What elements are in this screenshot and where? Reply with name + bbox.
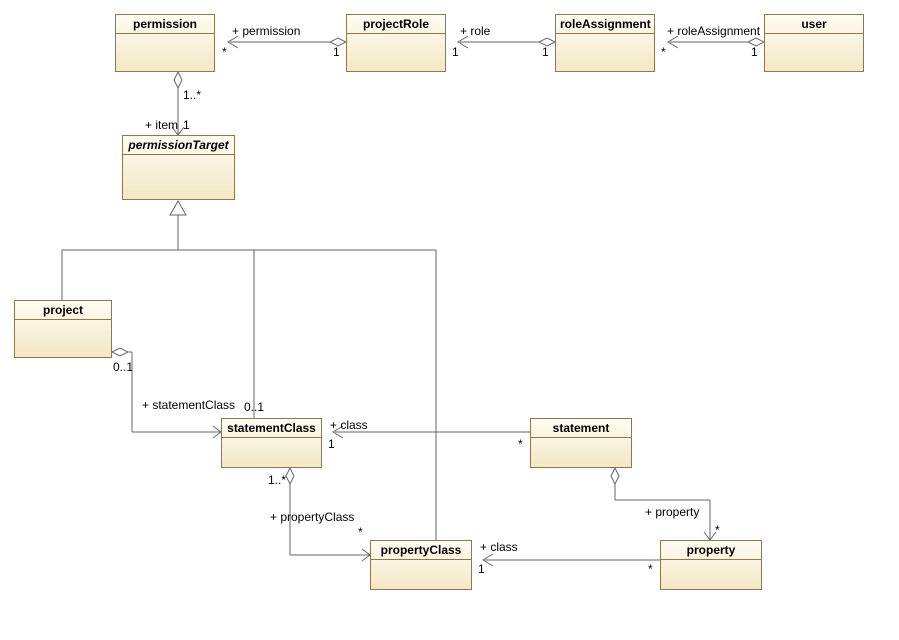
- class-statement-name: statement: [531, 419, 631, 438]
- class-statementClass[interactable]: statementClass: [221, 418, 322, 468]
- class-property[interactable]: property: [660, 540, 762, 590]
- class-propertyClass-name: propertyClass: [371, 541, 471, 560]
- mult-statementClass-one-star: 1..*: [268, 473, 286, 487]
- mult-project-zero-one: 0..1: [113, 360, 133, 374]
- class-permission-name: permission: [116, 15, 214, 34]
- mult-propertyClass-one: 1: [478, 562, 485, 576]
- mult-projectRole-one-a: 1: [333, 45, 340, 59]
- class-project[interactable]: project: [14, 300, 112, 358]
- class-roleAssignment[interactable]: roleAssignment: [555, 14, 655, 72]
- assoc-label-item: + item: [145, 118, 178, 132]
- mult-permission-one-star: 1..*: [183, 88, 201, 102]
- mult-statement-star: *: [518, 437, 523, 451]
- assoc-label-roleAssignment: + roleAssignment: [667, 24, 760, 38]
- mult-statementClass-zero-one: 0..1: [244, 400, 264, 414]
- class-statement[interactable]: statement: [530, 418, 632, 468]
- assoc-label-statementClass: + statementClass: [142, 398, 235, 412]
- mult-roleAssignment-star: *: [661, 45, 666, 59]
- mult-statementClass-one: 1: [328, 437, 335, 451]
- assoc-label-permission: + permission: [232, 24, 300, 38]
- assoc-label-property: + property: [645, 505, 699, 519]
- assoc-label-propertyClass: + propertyClass: [270, 510, 354, 524]
- class-permission[interactable]: permission: [115, 14, 215, 72]
- class-propertyClass[interactable]: propertyClass: [370, 540, 472, 590]
- mult-property-star-b: *: [715, 523, 720, 537]
- mult-roleAssignment-one-a: 1: [542, 45, 549, 59]
- assoc-label-class-stmt: + class: [330, 418, 368, 432]
- class-project-name: project: [15, 301, 111, 320]
- class-user-name: user: [765, 15, 863, 34]
- class-property-name: property: [661, 541, 761, 560]
- class-permissionTarget-name: permissionTarget: [123, 136, 234, 155]
- mult-user-one: 1: [751, 45, 758, 59]
- mult-permission-star: *: [222, 45, 227, 59]
- mult-permissionTarget-one: 1: [183, 118, 190, 132]
- mult-projectRole-one-b: 1: [452, 45, 459, 59]
- class-user[interactable]: user: [764, 14, 864, 72]
- assoc-label-class-prop: + class: [480, 540, 518, 554]
- class-permissionTarget[interactable]: permissionTarget: [122, 135, 235, 200]
- class-projectRole[interactable]: projectRole: [346, 14, 446, 72]
- class-statementClass-name: statementClass: [222, 419, 321, 438]
- assoc-label-role: + role: [460, 24, 490, 38]
- mult-propertyClass-star-a: *: [358, 525, 363, 539]
- mult-property-star-a: *: [648, 562, 653, 576]
- class-projectRole-name: projectRole: [347, 15, 445, 34]
- class-roleAssignment-name: roleAssignment: [556, 15, 654, 34]
- diagram-canvas: permission projectRole roleAssignment us…: [0, 0, 899, 640]
